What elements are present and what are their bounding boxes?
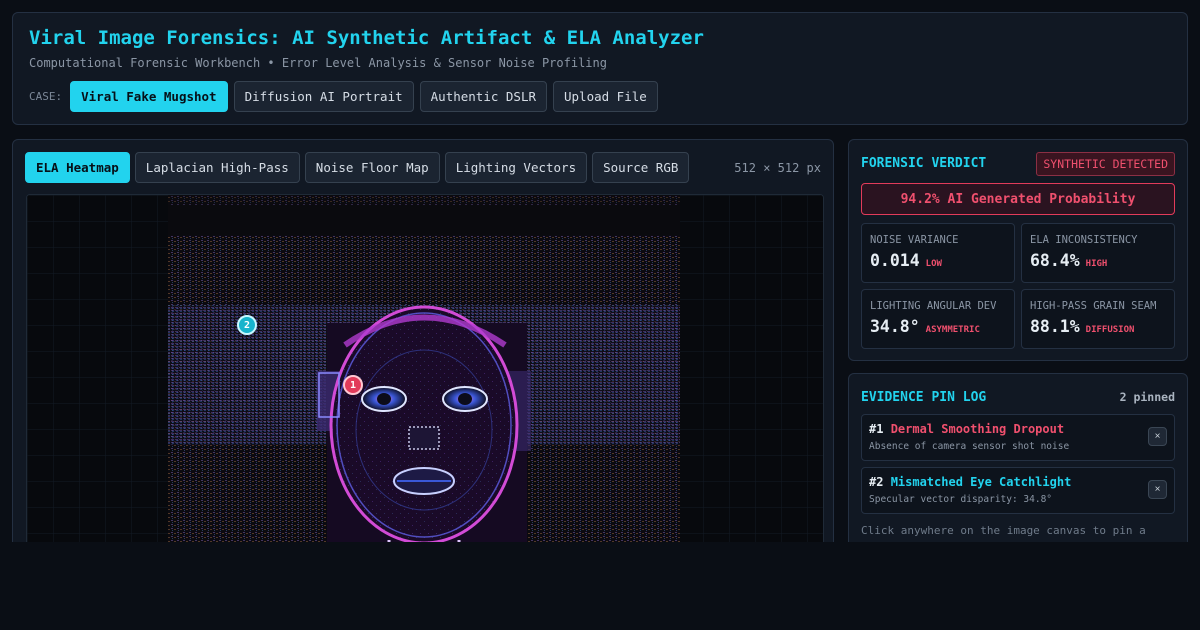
- metric-tag: HIGH: [1085, 259, 1108, 269]
- upload-file-button[interactable]: Upload File: [553, 81, 658, 112]
- remove-pin-button[interactable]: ×: [1148, 427, 1167, 446]
- image-canvas[interactable]: 1 2: [26, 194, 824, 542]
- case-button-authentic-dslr[interactable]: Authentic DSLR: [419, 81, 547, 112]
- metric-value: 88.1%: [1030, 317, 1080, 336]
- page-subtitle: Computational Forensic Workbench • Error…: [29, 56, 607, 70]
- pin-number: #2: [869, 475, 884, 489]
- ela-heatmap-image: [27, 195, 823, 542]
- pin-title: Mismatched Eye Catchlight: [890, 475, 1072, 489]
- verdict-title: FORENSIC VERDICT: [861, 156, 987, 171]
- metric-value-row: 68.4% HIGH: [1030, 251, 1107, 270]
- evidence-pin-1[interactable]: 1: [343, 375, 363, 395]
- metric-value-row: 0.014 LOW: [870, 251, 942, 270]
- page-title: Viral Image Forensics: AI Synthetic Arti…: [29, 27, 704, 49]
- metric-tag: DIFFUSION: [1085, 325, 1135, 335]
- pin-description: Absence of camera sensor shot noise: [869, 441, 1070, 452]
- metric-noise-variance: NOISE VARIANCE 0.014 LOW: [861, 223, 1015, 283]
- pin-description: Specular vector disparity: 34.8°: [869, 494, 1053, 505]
- metric-tag: LOW: [925, 259, 942, 269]
- case-selector: CASE: Viral Fake Mugshot Diffusion AI Po…: [29, 81, 658, 112]
- metric-ela-inconsistency: ELA INCONSISTENCY 68.4% HIGH: [1021, 223, 1175, 283]
- metric-label: LIGHTING ANGULAR DEV: [870, 300, 997, 312]
- pin-item-title-row: #1 Dermal Smoothing Dropout: [869, 422, 1064, 436]
- ai-probability: 94.2% AI Generated Probability: [861, 183, 1175, 215]
- evidence-pin-log-panel: EVIDENCE PIN LOG 2 pinned #1 Dermal Smoo…: [848, 373, 1188, 542]
- forensic-verdict-panel: FORENSIC VERDICT SYNTHETIC DETECTED 94.2…: [848, 139, 1188, 361]
- tab-source-rgb[interactable]: Source RGB: [592, 152, 690, 183]
- pin-count: 2 pinned: [1119, 390, 1175, 404]
- metric-label: NOISE VARIANCE: [870, 234, 959, 246]
- metric-high-pass-grain-seam: HIGH-PASS GRAIN SEAM 88.1% DIFFUSION: [1021, 289, 1175, 349]
- case-button-viral-fake-mugshot[interactable]: Viral Fake Mugshot: [70, 81, 228, 112]
- tab-lighting-vectors[interactable]: Lighting Vectors: [444, 152, 588, 183]
- pin-log-item[interactable]: #1 Dermal Smoothing Dropout Absence of c…: [861, 414, 1175, 461]
- remove-pin-button[interactable]: ×: [1148, 480, 1167, 499]
- metric-value-row: 88.1% DIFFUSION: [1030, 317, 1134, 336]
- metric-value: 68.4%: [1030, 251, 1080, 270]
- view-mode-tabs: ELA Heatmap Laplacian High-Pass Noise Fl…: [25, 152, 690, 183]
- metric-value: 34.8°: [870, 317, 920, 336]
- pin-log-title: EVIDENCE PIN LOG: [861, 390, 987, 405]
- case-button-diffusion-ai-portrait[interactable]: Diffusion AI Portrait: [233, 81, 414, 112]
- pin-log-item[interactable]: #2 Mismatched Eye Catchlight Specular ve…: [861, 467, 1175, 514]
- analysis-viewer-panel: ELA Heatmap Laplacian High-Pass Noise Fl…: [12, 139, 834, 542]
- evidence-pin-2[interactable]: 2: [237, 315, 257, 335]
- image-dimensions: 512 × 512 px: [734, 161, 821, 175]
- tab-ela-heatmap[interactable]: ELA Heatmap: [25, 152, 130, 183]
- metric-tag: ASYMMETRIC: [925, 325, 980, 335]
- app-viewport: Viral Image Forensics: AI Synthetic Arti…: [0, 0, 1200, 542]
- pin-number: #1: [869, 422, 884, 436]
- metric-value-row: 34.8° ASYMMETRIC: [870, 317, 980, 336]
- pin-item-title-row: #2 Mismatched Eye Catchlight: [869, 475, 1071, 489]
- pin-title: Dermal Smoothing Dropout: [890, 422, 1065, 436]
- status-badge: SYNTHETIC DETECTED: [1036, 152, 1175, 176]
- case-label: CASE:: [29, 90, 63, 103]
- metric-label: ELA INCONSISTENCY: [1030, 234, 1138, 246]
- header-panel: Viral Image Forensics: AI Synthetic Arti…: [12, 12, 1188, 125]
- metric-lighting-angular-dev: LIGHTING ANGULAR DEV 34.8° ASYMMETRIC: [861, 289, 1015, 349]
- metric-label: HIGH-PASS GRAIN SEAM: [1030, 300, 1157, 312]
- tab-laplacian-high-pass[interactable]: Laplacian High-Pass: [134, 152, 300, 183]
- tab-noise-floor-map[interactable]: Noise Floor Map: [304, 152, 440, 183]
- metric-value: 0.014: [870, 251, 920, 270]
- pin-log-hint: Click anywhere on the image canvas to pi…: [861, 524, 1146, 542]
